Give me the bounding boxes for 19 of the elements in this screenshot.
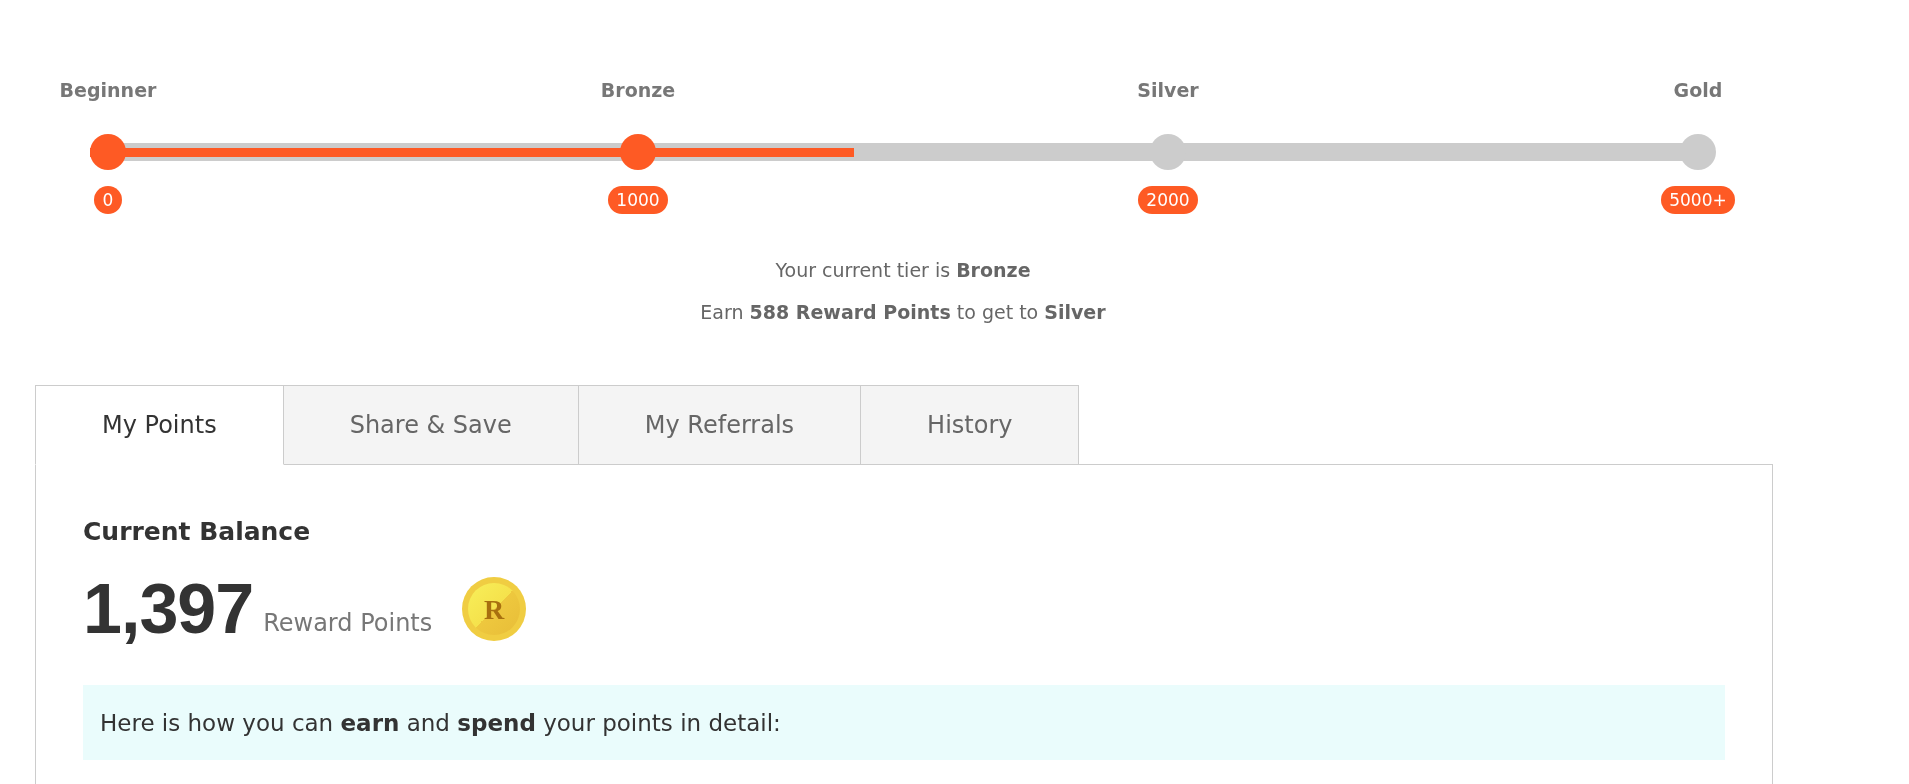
tab[interactable]: My Points [35, 385, 284, 465]
tab[interactable]: My Referrals [578, 385, 862, 465]
balance-unit: Reward Points [263, 608, 433, 638]
tier-label: Silver [1137, 78, 1199, 103]
coin-icon: R [461, 576, 528, 642]
info-note: Here is how you can earn and spend your points in detail: [83, 685, 1725, 760]
tab[interactable]: Share & Save [283, 385, 579, 465]
threshold-badge: 2000 [1138, 186, 1198, 214]
tier-status-text: Earn 588 Reward Points to get to Silver [700, 300, 1106, 325]
tier-label: Gold [1673, 78, 1723, 103]
threshold-badge: 5000+ [1661, 186, 1735, 214]
balance-title: Current Balance [83, 516, 312, 548]
tab[interactable]: History [861, 385, 1080, 465]
threshold-badge: 0 [94, 186, 122, 214]
threshold-badge: 1000 [608, 186, 668, 214]
tier-label: Beginner [59, 78, 157, 103]
tier-label: Bronze [600, 78, 676, 103]
tier-status-text: Your current tier is Bronze [775, 258, 1031, 283]
balance-amount: 1,397 [83, 571, 254, 647]
